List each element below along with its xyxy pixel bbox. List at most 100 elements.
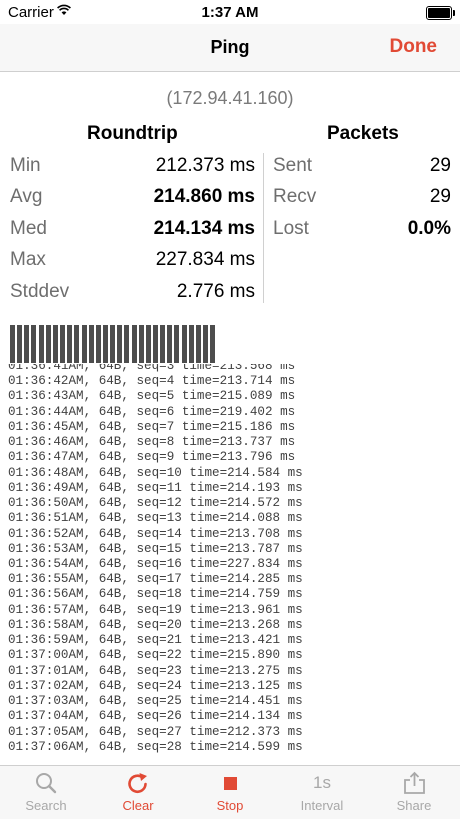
log-line: 01:36:54AM, 64B, seq=16 time=227.834 ms	[8, 556, 303, 571]
tab-label: Interval	[300, 798, 344, 813]
host-ip: (172.94.41.160)	[166, 88, 294, 108]
refresh-icon	[128, 773, 147, 793]
stat-label: Avg	[10, 186, 43, 207]
packet-bar	[124, 325, 130, 363]
tab-label: Search	[25, 798, 67, 813]
packet-bar	[74, 325, 80, 363]
log-line: 01:36:47AM, 64B, seq=9 time=213.796 ms	[8, 450, 296, 465]
packet-bar	[102, 325, 108, 363]
log-line: 01:36:43AM, 64B, seq=5 time=215.089 ms	[8, 389, 296, 404]
packet-bar	[45, 325, 51, 363]
packet-bar	[24, 325, 30, 363]
packet-bar	[31, 325, 37, 363]
log-line: 01:36:57AM, 64B, seq=19 time=213.961 ms	[8, 602, 303, 617]
log-line: 01:36:50AM, 64B, seq=12 time=214.572 ms	[8, 496, 303, 511]
stat-label: Stddev	[10, 281, 70, 302]
status-time: 1:37 AM	[201, 4, 259, 21]
packet-bar	[203, 325, 209, 363]
packet-row-sent: Sent 29	[273, 154, 451, 178]
interval-icon: 1s	[313, 773, 331, 792]
packet-bar	[210, 325, 216, 363]
navigation-bar: Ping Done	[0, 24, 460, 72]
stat-value: 214.860 ms	[153, 186, 255, 207]
stat-label: Min	[10, 155, 41, 176]
log-line: 01:36:56AM, 64B, seq=18 time=214.759 ms	[8, 587, 303, 602]
stat-label: Max	[10, 249, 46, 270]
log-line: 01:36:59AM, 64B, seq=21 time=213.421 ms	[8, 633, 303, 648]
tab-bar: Search Clear Stop 1s Interval Share	[0, 765, 460, 819]
tab-search[interactable]: Search	[0, 766, 92, 819]
log-line: 01:37:05AM, 64B, seq=27 time=212.373 ms	[8, 724, 303, 739]
tab-share[interactable]: Share	[368, 766, 460, 819]
packet-value: 29	[429, 155, 451, 176]
log-line: 01:36:52AM, 64B, seq=14 time=213.708 ms	[8, 526, 303, 541]
packet-bar	[174, 325, 180, 363]
tab-interval[interactable]: 1s Interval	[276, 766, 368, 819]
log-line: 01:37:01AM, 64B, seq=23 time=213.275 ms	[8, 663, 303, 678]
stat-row-stddev: Stddev 2.776 ms	[10, 280, 255, 304]
stat-row-min: Min 212.373 ms	[10, 154, 255, 178]
tab-label: Stop	[216, 798, 244, 813]
log-line: 01:36:48AM, 64B, seq=10 time=214.584 ms	[8, 465, 303, 480]
packet-bar	[195, 325, 201, 363]
packet-bar	[110, 325, 116, 363]
stats-divider	[263, 153, 264, 303]
done-button[interactable]: Done	[390, 36, 438, 58]
log-line: 01:36:44AM, 64B, seq=6 time=219.402 ms	[8, 404, 296, 419]
share-icon	[404, 771, 425, 794]
packet-bar	[188, 325, 194, 363]
packet-label: Lost	[273, 218, 309, 239]
packet-bar	[117, 325, 123, 363]
packet-row-recv: Recv 29	[273, 185, 451, 209]
stat-row-max: Max 227.834 ms	[10, 248, 255, 272]
tab-label: Share	[396, 798, 432, 813]
packet-bar	[95, 325, 101, 363]
battery-icon	[426, 6, 455, 20]
packet-bar	[181, 325, 187, 363]
tab-stop[interactable]: Stop	[184, 766, 276, 819]
log-line: 01:36:53AM, 64B, seq=15 time=213.787 ms	[8, 541, 303, 556]
packet-bar	[88, 325, 94, 363]
packet-value: 0.0%	[407, 218, 451, 239]
packet-bar	[81, 325, 87, 363]
tab-clear[interactable]: Clear	[92, 766, 184, 819]
packet-bar	[160, 325, 166, 363]
log-line: 01:36:41AM, 64B, seq=3 time=213.568 ms	[8, 364, 296, 373]
log-line: 01:36:55AM, 64B, seq=17 time=214.285 ms	[8, 572, 303, 587]
packet-bar	[38, 325, 44, 363]
stop-icon	[224, 777, 237, 790]
packet-value: 29	[429, 186, 451, 207]
packet-bar	[153, 325, 158, 363]
log-line: 01:36:51AM, 64B, seq=13 time=214.088 ms	[8, 511, 303, 526]
packet-bar	[10, 325, 15, 363]
log-line: 01:37:03AM, 64B, seq=25 time=214.451 ms	[8, 694, 303, 709]
stat-value: 227.834 ms	[155, 249, 255, 270]
packet-label: Sent	[273, 155, 313, 176]
packet-bar	[145, 325, 151, 363]
roundtrip-header: Roundtrip	[87, 123, 178, 144]
packet-row-lost: Lost 0.0%	[273, 217, 451, 241]
log-line: 01:37:04AM, 64B, seq=26 time=214.134 ms	[8, 709, 303, 724]
log-line: 01:36:58AM, 64B, seq=20 time=213.268 ms	[8, 617, 303, 632]
log-line: 01:36:49AM, 64B, seq=11 time=214.193 ms	[8, 480, 303, 495]
log-line: 01:36:42AM, 64B, seq=4 time=213.714 ms	[8, 374, 296, 389]
packet-bar	[17, 325, 23, 363]
stat-value: 214.134 ms	[153, 218, 255, 239]
log-line: 01:37:06AM, 64B, seq=28 time=214.599 ms	[8, 739, 303, 754]
packet-bar	[167, 325, 173, 363]
packets-header: Packets	[327, 123, 399, 144]
ping-log[interactable]: 01:36:41AM, 64B, seq=3 time=213.568 ms 01…	[8, 364, 458, 764]
packet-bars	[10, 325, 230, 363]
stat-value: 212.373 ms	[155, 155, 255, 176]
log-line: 01:37:02AM, 64B, seq=24 time=213.125 ms	[8, 678, 303, 693]
log-line: 01:36:45AM, 64B, seq=7 time=215.186 ms	[8, 419, 296, 434]
packet-bar	[138, 325, 144, 363]
stat-value: 2.776 ms	[176, 281, 255, 302]
packet-bar	[60, 325, 66, 363]
log-line: 01:36:46AM, 64B, seq=8 time=213.737 ms	[8, 435, 296, 450]
stat-label: Med	[10, 218, 47, 239]
packet-bar	[52, 325, 58, 363]
stat-row-avg: Avg 214.860 ms	[10, 185, 255, 209]
packet-bar	[131, 325, 137, 363]
status-bar: Carrier 1:37 AM	[0, 0, 460, 24]
